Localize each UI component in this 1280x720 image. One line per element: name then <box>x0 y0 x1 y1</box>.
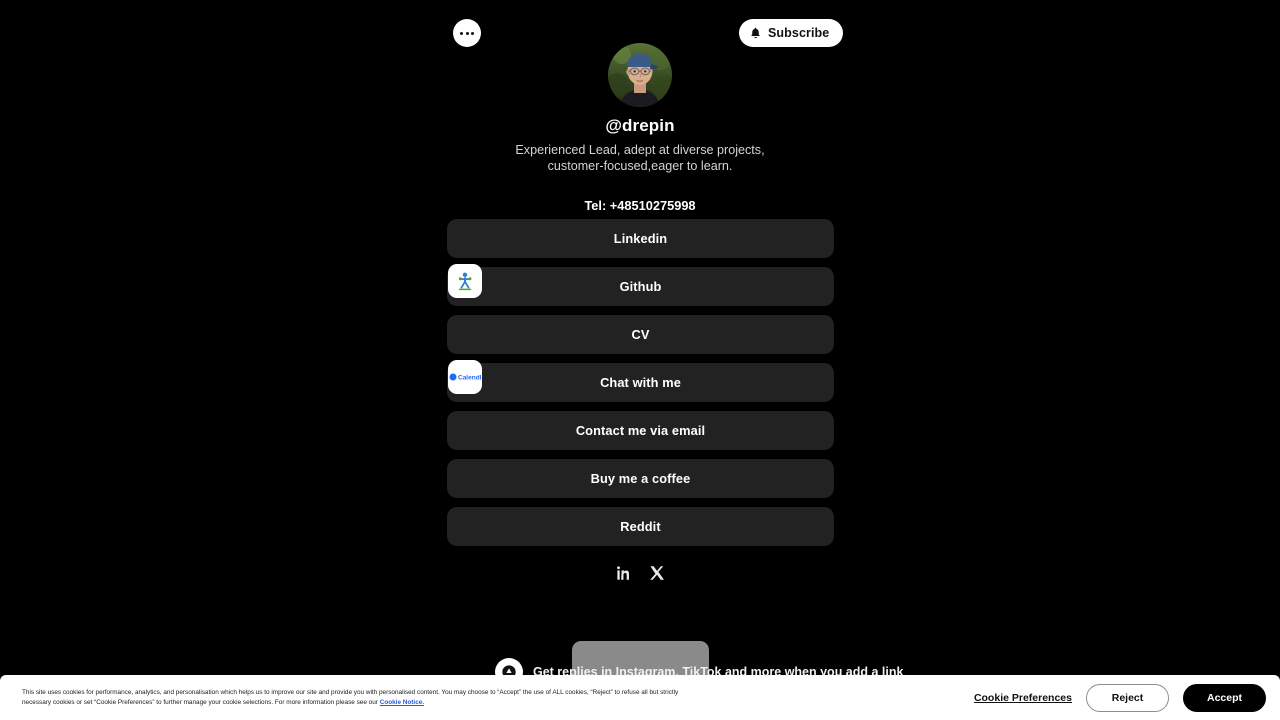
social-icon-row <box>0 564 1280 582</box>
reject-button[interactable]: Reject <box>1086 683 1169 712</box>
link-label: Buy me a coffee <box>590 471 691 486</box>
link-item-chat-with-me[interactable]: Calendl Chat with me <box>447 360 834 402</box>
link-item-cv[interactable]: CV <box>447 315 834 354</box>
svg-text:Calendl: Calendl <box>458 375 481 382</box>
profile-phone: Tel: +48510275998 <box>584 198 696 214</box>
link-item-contact-email[interactable]: Contact me via email <box>447 411 834 450</box>
github-thumbnail-icon <box>458 272 472 291</box>
cookie-consent-banner: This site uses cookies for performance, … <box>0 675 1280 720</box>
profile-section: @drepin Experienced Lead, adept at diver… <box>0 0 1280 213</box>
profile-photo-image <box>608 43 672 107</box>
link-label: Contact me via email <box>575 423 706 438</box>
cookie-preferences-link[interactable]: Cookie Preferences <box>974 692 1072 704</box>
accept-button[interactable]: Accept <box>1183 683 1266 712</box>
link-label: Linkedin <box>613 231 668 246</box>
linkedin-icon[interactable] <box>614 564 632 582</box>
github-thumbnail <box>448 264 482 298</box>
calendly-thumbnail-icon: Calendl <box>449 373 481 382</box>
link-label: Github <box>619 279 662 294</box>
link-item-reddit[interactable]: Reddit <box>447 507 834 546</box>
link-list: Linkedin Github CV Calendl Chat with me … <box>447 219 834 546</box>
calendly-thumbnail: Calendl <box>448 360 482 394</box>
link-item-buy-me-a-coffee[interactable]: Buy me a coffee <box>447 459 834 498</box>
cookie-banner-text: This site uses cookies for performance, … <box>22 688 702 708</box>
cookie-notice-link[interactable]: Cookie Notice. <box>380 699 424 706</box>
cookie-banner-actions: Cookie Preferences Reject Accept <box>974 683 1266 712</box>
link-label: CV <box>631 327 650 342</box>
link-label: Reddit <box>620 519 661 534</box>
profile-photo[interactable] <box>608 43 672 107</box>
linktree-page: Subscribe @drepin Experienced Lead, adep… <box>0 0 1280 720</box>
x-icon[interactable] <box>648 564 666 582</box>
link-label: Chat with me <box>600 375 681 390</box>
profile-bio: Experienced Lead, adept at diverse proje… <box>515 143 765 174</box>
link-item-linkedin[interactable]: Linkedin <box>447 219 834 258</box>
page-title: @drepin <box>605 116 675 135</box>
link-item-github[interactable]: Github <box>447 264 834 306</box>
cookie-banner-body: This site uses cookies for performance, … <box>22 688 679 706</box>
